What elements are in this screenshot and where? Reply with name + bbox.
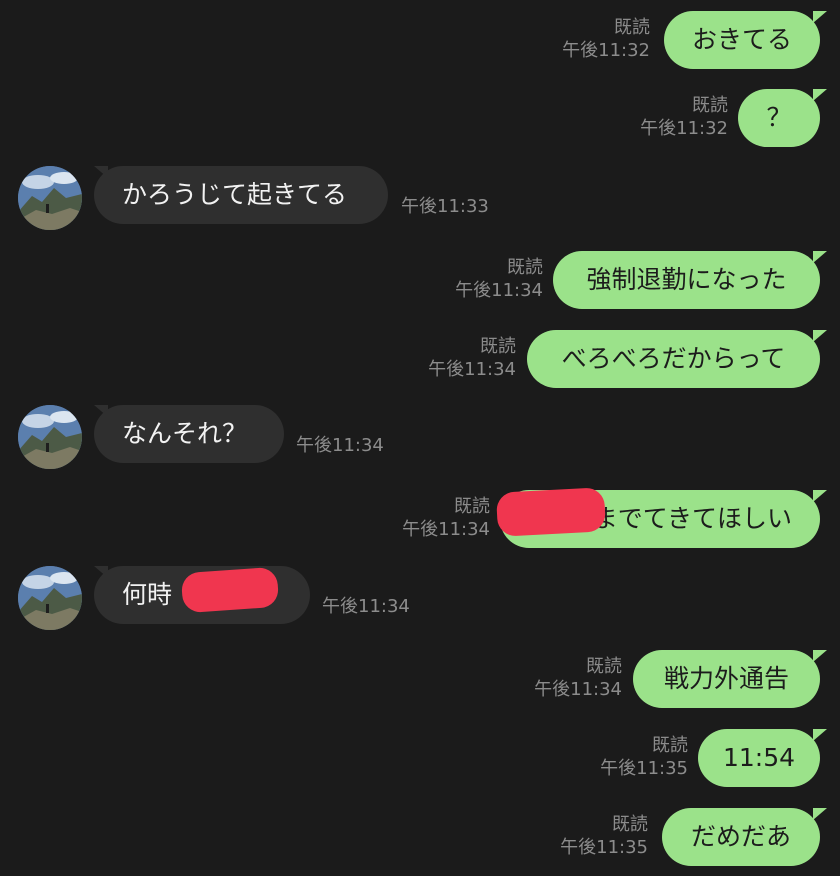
message-time: 午後11:32 <box>562 40 650 61</box>
sent-message-bubble[interactable]: 強制退勤になった <box>553 251 820 309</box>
read-receipt: 既読 <box>612 814 648 835</box>
message-text: おきてる <box>691 25 792 54</box>
message-meta: 既読 午後11:34 <box>428 335 516 381</box>
avatar[interactable] <box>18 405 82 469</box>
sent-message-bubble[interactable]: だめだあ <box>662 808 820 866</box>
read-receipt: 既読 <box>480 336 516 357</box>
message-text: なんそれ？ <box>122 419 248 448</box>
message-text: だめだあ <box>690 822 791 851</box>
message-time: 午後11:34 <box>296 435 384 456</box>
message-text: ？ <box>766 103 792 132</box>
message-meta: 既読 午後11:34 <box>455 256 543 302</box>
avatar[interactable] <box>18 166 82 230</box>
profile-photo-mountain-icon <box>18 166 82 230</box>
bubble-tail <box>813 11 827 23</box>
profile-photo-mountain-icon <box>18 566 82 630</box>
sent-message-bubble[interactable]: ？ <box>738 89 820 147</box>
message-time: 午後11:34 <box>322 596 410 617</box>
message-text: かろうじて起きてる <box>122 180 348 209</box>
redaction-mark <box>495 487 607 537</box>
redaction-mark <box>180 566 280 614</box>
message-time: 午後11:34 <box>534 679 622 700</box>
bubble-tail <box>813 330 827 342</box>
read-receipt: 既読 <box>507 257 543 278</box>
message-meta: 既読 午後11:34 <box>534 655 622 701</box>
message-meta: 既読 午後11:35 <box>560 813 648 859</box>
bubble-tail <box>813 490 827 502</box>
message-time: 午後11:35 <box>600 758 688 779</box>
sent-message-bubble[interactable]: べろべろだからって <box>527 330 820 388</box>
message-text: 戦力外通告 <box>663 664 789 693</box>
bubble-tail <box>813 251 827 263</box>
bubble-tail <box>813 89 827 101</box>
read-receipt: 既読 <box>454 496 490 517</box>
received-message-bubble[interactable]: なんそれ？ <box>94 405 284 463</box>
message-time: 午後11:33 <box>401 196 489 217</box>
avatar[interactable] <box>18 566 82 630</box>
sent-message-bubble[interactable]: おきてる <box>664 11 820 69</box>
message-text: べろべろだからって <box>561 344 786 373</box>
message-text: 強制退勤になった <box>586 265 787 294</box>
message-meta: 既読 午後11:34 <box>402 495 490 541</box>
message-time: 午後11:34 <box>428 359 516 380</box>
message-time: 午後11:35 <box>560 837 648 858</box>
bubble-tail <box>813 650 827 662</box>
profile-photo-mountain-icon <box>18 405 82 469</box>
read-receipt: 既読 <box>614 17 650 38</box>
message-text: までてきてほしい <box>592 504 792 533</box>
sent-message-bubble[interactable]: 戦力外通告 <box>633 650 820 708</box>
message-time: 午後11:34 <box>455 280 543 301</box>
message-text: 11:54 <box>722 743 796 772</box>
sent-message-bubble[interactable]: 11:54 <box>698 729 820 787</box>
message-meta: 既読 午後11:32 <box>640 94 728 140</box>
message-meta: 既読 午後11:35 <box>600 734 688 780</box>
bubble-tail <box>813 729 827 741</box>
message-meta: 既読 午後11:32 <box>562 16 650 62</box>
read-receipt: 既読 <box>652 735 688 756</box>
message-time: 午後11:32 <box>640 118 728 139</box>
bubble-tail <box>813 808 827 820</box>
message-text: 何時 <box>122 580 173 609</box>
read-receipt: 既読 <box>692 95 728 116</box>
received-message-bubble[interactable]: かろうじて起きてる <box>94 166 388 224</box>
message-time: 午後11:34 <box>402 519 490 540</box>
read-receipt: 既読 <box>586 656 622 677</box>
